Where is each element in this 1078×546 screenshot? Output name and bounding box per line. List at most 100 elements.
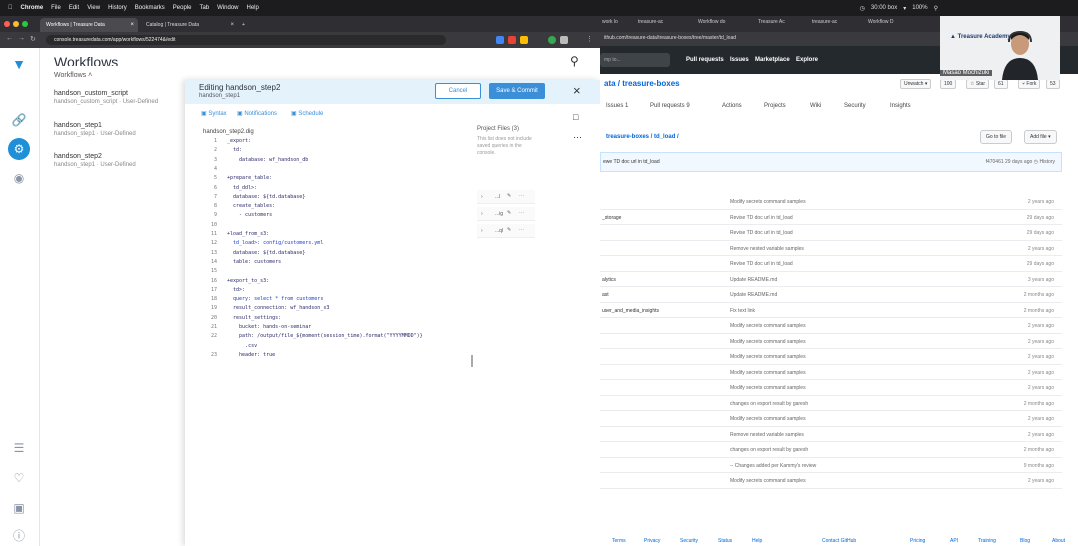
wifi-icon[interactable]: ▾ [903,5,906,12]
new-file-icon[interactable]: □ [573,112,578,122]
menu-window[interactable]: Window [217,5,238,11]
edit-icon[interactable]: ✎ [507,193,511,199]
list-item[interactable]: handson_step2 handson_step1 · User-Defin… [54,153,184,168]
code-line[interactable]: +load_from_s3: [227,231,269,237]
table-row[interactable]: Revise TD doc url in td_load 29 days ago [600,256,1062,272]
footer-link[interactable]: Privacy [644,538,660,544]
table-row[interactable]: user_and_media_insights Fix text link 2 mo… [600,303,1062,318]
layers-icon[interactable]: ☰ [11,440,27,456]
file-name[interactable]: ast [602,292,609,298]
tab-schedule[interactable]: ▣ Schedule [291,110,323,117]
project-file-item[interactable]: › ...ql ✎ ⋯ [477,224,535,238]
fork-button[interactable]: ⑂ Fork [1018,79,1041,89]
resize-handle[interactable] [471,355,473,367]
cancel-button[interactable]: Cancel [435,83,481,99]
commit-hash[interactable]: f470461 29 days ago [986,159,1033,165]
footer-link[interactable]: Training [978,538,996,544]
tab-projects[interactable]: Projects [764,103,786,109]
search-input[interactable]: mp to... [600,53,670,67]
heart-icon[interactable]: ♡ [11,470,27,486]
code-line[interactable]: td_load>: config/customers.yml [227,240,323,246]
star-button[interactable]: ☆ Star [966,79,990,89]
table-row[interactable]: changes on export result by garesh 2 mont… [600,442,1062,458]
code-line[interactable]: database: ${td.database} [227,194,305,200]
close-icon[interactable]: × [573,83,581,98]
commit-message[interactable]: Revise TD doc url in td_load [730,261,793,267]
unwatch-count[interactable]: 100 [940,79,957,89]
code-line[interactable]: result_settings: [227,315,281,321]
table-row[interactable]: ast Update README.md 2 months ago [600,287,1062,303]
back-icon[interactable]: ← [6,35,13,42]
table-row[interactable]: changes on export result by garesh 2 mont… [600,396,1062,411]
footer-link[interactable]: API [950,538,958,544]
commit-message[interactable]: Modify secrets command samples [730,416,806,422]
tab-notifications[interactable]: ▣ Notifications [237,110,277,117]
code-line[interactable]: table: customers [227,259,281,265]
table-row[interactable]: Modify secrets command samples 2 years ag… [600,334,1062,349]
commit-message[interactable]: Modify secrets command samples [730,478,806,484]
maximize-window-icon[interactable] [22,21,28,27]
tab[interactable]: work lo [602,19,618,25]
search-icon[interactable]: ⚲ [934,5,938,12]
help-icon[interactable]: ⓘ [11,528,27,544]
table-row[interactable]: Modify secrets command samples 2 years ag… [600,473,1062,489]
code-line[interactable]: database: wf_handson_db [227,157,308,163]
new-tab-button[interactable]: + [240,18,252,32]
code-line[interactable]: +prepare_table: [227,175,272,181]
menu-bookmarks[interactable]: Bookmarks [135,5,165,11]
reload-icon[interactable]: ↻ [30,35,36,43]
commit-message[interactable]: Fix text link [730,308,755,314]
list-item[interactable]: handson_step1 handson_step1 · User-Defin… [54,122,184,137]
extension-icon[interactable] [508,36,516,44]
table-row[interactable]: -- Changes added per Kammy's review 9 mon… [600,458,1062,473]
commit-message[interactable]: Modify secrets command samples [730,323,806,329]
table-row[interactable]: Modify secrets command samples 2 years ag… [600,318,1062,334]
nav-issues[interactable]: Issues [730,57,749,63]
table-row[interactable]: Modify secrets command samples 2 years ag… [600,365,1062,380]
commit-message[interactable]: Remove nested variable samples [730,246,804,252]
link-icon[interactable]: 🔗 [11,112,27,128]
footer-link[interactable]: Terms [612,538,626,544]
forward-icon[interactable]: → [18,35,25,42]
commit-message[interactable]: Modify secrets command samples [730,354,806,360]
save-commit-button[interactable]: Save & Commit [489,83,545,99]
footer-link[interactable]: Blog [1020,538,1030,544]
project-file-item[interactable]: › ...l ✎ ⋯ [477,190,535,204]
tab-actions[interactable]: Actions [722,103,742,109]
code-line[interactable]: database: ${td.database} [227,250,305,256]
star-count[interactable]: 61 [994,79,1008,89]
footer-link[interactable]: About [1052,538,1065,544]
commit-message[interactable]: Modify secrets command samples [730,370,806,376]
code-line[interactable]: result_connection: wf_handson_s3 [227,305,329,311]
unwatch-button[interactable]: Unwatch ▾ [900,79,932,89]
audience-icon[interactable]: ◉ [11,170,27,186]
nav-marketplace[interactable]: Marketplace [755,57,790,63]
code-line[interactable]: create_tables: [227,203,275,209]
code-line[interactable]: path: /output/file_${moment(session_time… [227,333,423,339]
url-field[interactable]: console.treasuredata.com/app/workflows/5… [46,35,446,45]
close-tab-icon[interactable]: × [230,22,234,28]
tab-security[interactable]: Security [844,103,866,109]
more-icon[interactable]: ⋯ [519,227,524,233]
search-icon[interactable]: ⚲ [570,54,579,68]
tab-catalog[interactable]: Catalog | Treasure Data × [140,18,238,32]
table-row[interactable]: Remove nested variable samples 2 years ag… [600,241,1062,256]
menu-edit[interactable]: Edit [69,5,79,11]
code-line[interactable]: .csv [227,343,257,349]
code-line[interactable]: bucket: hands-on-seminar [227,324,311,330]
code-line[interactable]: query: select * from customers [227,296,323,302]
edit-icon[interactable]: ✎ [507,210,511,216]
file-name[interactable]: alytics [602,277,616,283]
file-name[interactable]: user_and_media_insights [602,308,659,314]
tab[interactable]: Treasure Ac [758,19,785,25]
footer-link[interactable]: Contact GitHub [822,538,856,544]
history-link[interactable]: History [1039,159,1055,165]
table-row[interactable]: Remove nested variable samples 2 years ag… [600,427,1062,442]
menu-people[interactable]: People [173,5,192,11]
commit-message[interactable]: changes on export result by garesh [730,401,808,407]
nav-pull-requests[interactable]: Pull requests [686,57,724,63]
commit-message[interactable]: Modify secrets command samples [730,385,806,391]
table-row[interactable]: Modify secrets command samples 2 years ag… [600,380,1062,396]
code-line[interactable]: - customers [227,212,272,218]
tab[interactable]: treasure-ac [638,19,663,25]
